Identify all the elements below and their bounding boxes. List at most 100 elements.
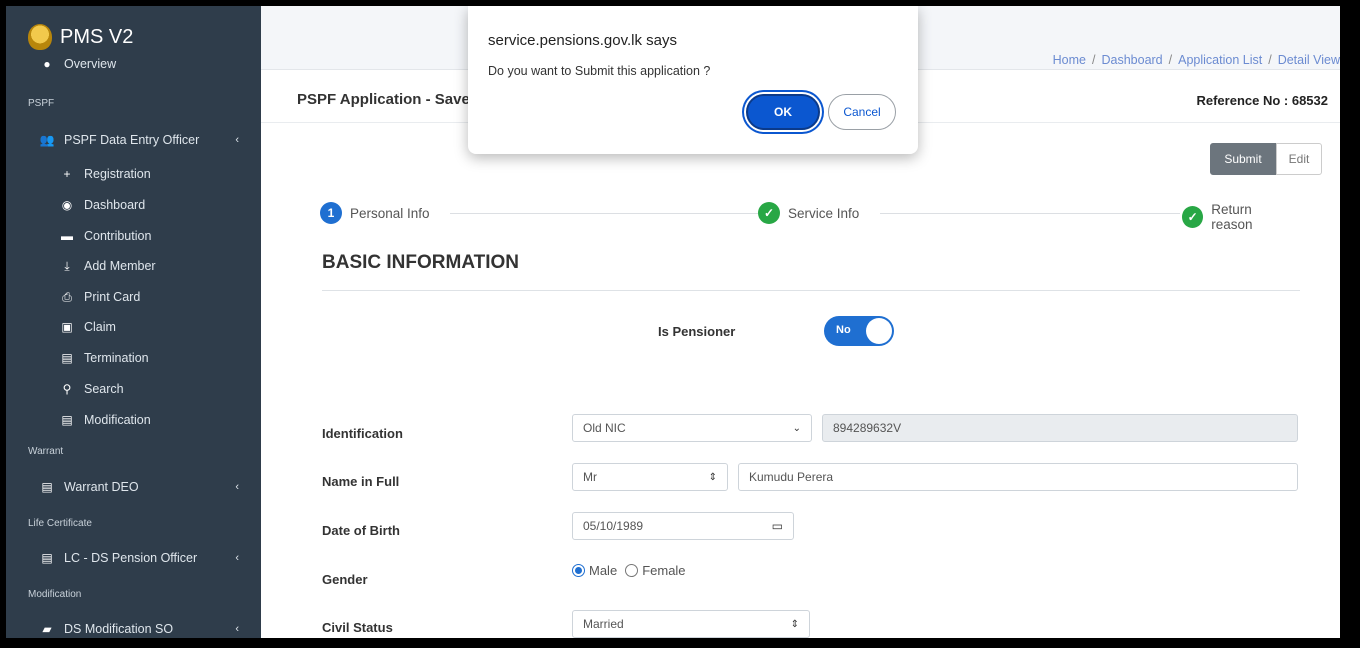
section-divider <box>322 290 1300 291</box>
sidebar-item-claim[interactable]: ▣ Claim <box>6 314 261 340</box>
sidebar-item-label: Print Card <box>84 290 141 304</box>
gender-female-label[interactable]: Female <box>642 563 685 578</box>
download-icon: ⤓ <box>64 258 70 273</box>
step-label: Service Info <box>788 205 860 221</box>
edit-button[interactable]: Edit <box>1276 143 1322 175</box>
sidebar-item-label: Contribution <box>84 229 152 243</box>
search-icon: ⚲ <box>62 382 72 396</box>
sidebar-item-label: Warrant DEO <box>64 480 139 494</box>
section-header-modification: Modification <box>28 589 82 600</box>
step-return-reason[interactable]: ✓ Return reason <box>1182 202 1300 232</box>
sidebar-group-ds-modification-so[interactable]: ▰ DS Modification SO ‹ <box>6 616 261 638</box>
emblem-logo <box>28 24 52 50</box>
ok-button[interactable]: OK <box>746 94 820 130</box>
money-icon: ▬ <box>61 229 73 243</box>
step-service-info[interactable]: ✓ Service Info <box>758 202 866 224</box>
calendar-icon[interactable]: ▭ <box>772 519 783 533</box>
gender-radio-group: Male Female <box>572 563 686 578</box>
confirm-dialog: service.pensions.gov.lk says Do you want… <box>468 6 918 154</box>
stepper-connector <box>450 213 760 214</box>
gender-male-label[interactable]: Male <box>589 563 617 578</box>
file-icon: ▤ <box>61 351 73 365</box>
stepper-connector <box>880 213 1180 214</box>
gender-label: Gender <box>322 572 368 587</box>
section-header-warrant: Warrant <box>28 446 64 457</box>
step-label: Return reason <box>1211 202 1253 232</box>
toggle-knob <box>866 318 892 344</box>
breadcrumb-dashboard[interactable]: Dashboard <box>1101 53 1162 67</box>
sidebar-item-contribution[interactable]: ▬ Contribution <box>6 223 261 249</box>
dialog-title: service.pensions.gov.lk says <box>488 32 677 49</box>
sidebar-item-print-card[interactable]: ⎙ Print Card <box>6 284 261 310</box>
breadcrumb-separator: / <box>1092 53 1096 67</box>
step-personal-info[interactable]: 1 Personal Info <box>320 202 436 224</box>
chevron-left-icon: ‹ <box>235 481 239 493</box>
print-icon: ⎙ <box>62 289 72 304</box>
folder-icon: ▰ <box>42 622 52 636</box>
section-header-pspf: PSPF <box>28 98 55 109</box>
breadcrumb-separator: / <box>1168 53 1173 67</box>
is-pensioner-label: Is Pensioner <box>658 324 736 339</box>
name-in-full-label: Name in Full <box>322 474 400 489</box>
sidebar-group-lc-ds-pension-officer[interactable]: ▤ LC - DS Pension Officer ‹ <box>6 545 261 571</box>
sidebar-item-overview[interactable]: ● Overview <box>6 55 261 73</box>
select-value: Married <box>583 617 624 631</box>
sidebar-item-modification[interactable]: ▤ Modification <box>6 407 261 433</box>
breadcrumb-home[interactable]: Home <box>1053 53 1086 67</box>
app-window: PMS V2 ● Overview PSPF 👥 PSPF Data Entry… <box>6 6 1340 638</box>
section-title: BASIC INFORMATION <box>322 252 520 273</box>
sidebar-item-label: PSPF Data Entry Officer <box>64 133 200 147</box>
sidebar-item-registration[interactable]: + Registration <box>6 161 261 187</box>
field-value: 05/10/1989 <box>583 519 644 533</box>
chevron-down-icon: ⌄ <box>792 422 801 434</box>
step-number-badge: 1 <box>320 202 342 224</box>
identification-label: Identification <box>322 426 403 441</box>
action-button-group: Submit Edit <box>1210 143 1322 175</box>
breadcrumb-application-list[interactable]: Application List <box>1178 53 1262 67</box>
select-value: Old NIC <box>583 421 626 435</box>
sidebar-item-termination[interactable]: ▤ Termination <box>6 345 261 371</box>
users-icon: 👥 <box>39 133 55 147</box>
select-value: Mr <box>583 470 597 484</box>
gender-female-radio[interactable] <box>625 564 639 577</box>
sidebar-item-label: Add Member <box>84 259 156 273</box>
date-of-birth-input[interactable]: 05/10/1989 ▭ <box>572 512 794 540</box>
sidebar-item-dashboard[interactable]: ◉ Dashboard <box>6 192 261 218</box>
sidebar-item-search[interactable]: ⚲ Search <box>6 376 261 402</box>
sidebar-item-add-member[interactable]: ⤓ Add Member <box>6 253 261 279</box>
breadcrumb-separator: / <box>1268 53 1272 67</box>
submit-button[interactable]: Submit <box>1210 143 1276 175</box>
brand-name: PMS V2 <box>60 25 134 48</box>
file-icon: ▤ <box>61 413 73 427</box>
file-icon: ▤ <box>41 551 53 565</box>
civil-status-label: Civil Status <box>322 620 393 635</box>
check-icon: ✓ <box>1182 206 1204 228</box>
sidebar-item-label: DS Modification SO <box>64 622 174 636</box>
check-icon: ✓ <box>758 202 780 224</box>
identification-number-field: 894289632V <box>822 414 1298 442</box>
sidebar-group-pspf-data-entry-officer[interactable]: 👥 PSPF Data Entry Officer ‹ <box>6 127 261 153</box>
identification-type-select[interactable]: Old NIC ⌄ <box>572 414 812 442</box>
sidebar-item-label: Termination <box>84 351 149 365</box>
cancel-button[interactable]: Cancel <box>828 94 896 130</box>
step-label: Personal Info <box>350 205 430 221</box>
sidebar-item-label: LC - DS Pension Officer <box>64 551 198 565</box>
sidebar-group-warrant-deo[interactable]: ▤ Warrant DEO ‹ <box>6 474 261 500</box>
sidebar-item-label: Claim <box>84 320 116 334</box>
user-card-icon: ▣ <box>61 320 73 334</box>
gender-male-radio[interactable] <box>572 564 585 577</box>
brand[interactable]: PMS V2 <box>28 24 133 50</box>
section-header-life-certificate: Life Certificate <box>28 518 92 529</box>
toggle-state-text: No <box>836 324 851 336</box>
sidebar: PMS V2 ● Overview PSPF 👥 PSPF Data Entry… <box>6 6 261 638</box>
sidebar-item-label: Registration <box>84 167 151 181</box>
is-pensioner-toggle[interactable]: No <box>824 316 894 346</box>
dashboard-icon: ◉ <box>61 198 73 212</box>
chevron-left-icon: ‹ <box>235 623 239 635</box>
title-select[interactable]: Mr ⇕ <box>572 463 728 491</box>
civil-status-select[interactable]: Married ⇕ <box>572 610 810 638</box>
dialog-message: Do you want to Submit this application ? <box>488 64 711 78</box>
full-name-input[interactable]: Kumudu Perera <box>738 463 1298 491</box>
sidebar-item-label: Overview <box>64 57 117 71</box>
sort-arrows-icon: ⇕ <box>708 471 717 483</box>
